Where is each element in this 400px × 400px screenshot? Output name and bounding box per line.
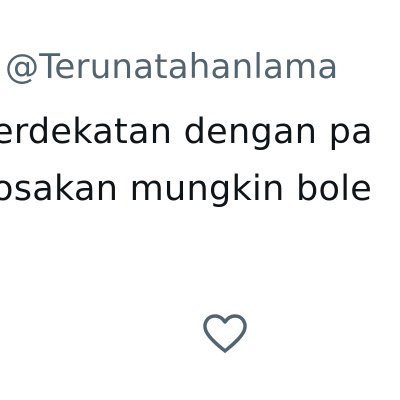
post-text-line-1: erdekatan dengan pa	[0, 112, 373, 152]
post-card: @Terunatahanlama erdekatan dengan pa osa…	[0, 0, 400, 400]
heart-icon	[203, 314, 247, 353]
post-text-line-2: osakan mungkin bole	[0, 169, 373, 209]
like-button[interactable]	[201, 312, 249, 356]
author-handle[interactable]: @Terunatahanlama	[5, 47, 338, 87]
